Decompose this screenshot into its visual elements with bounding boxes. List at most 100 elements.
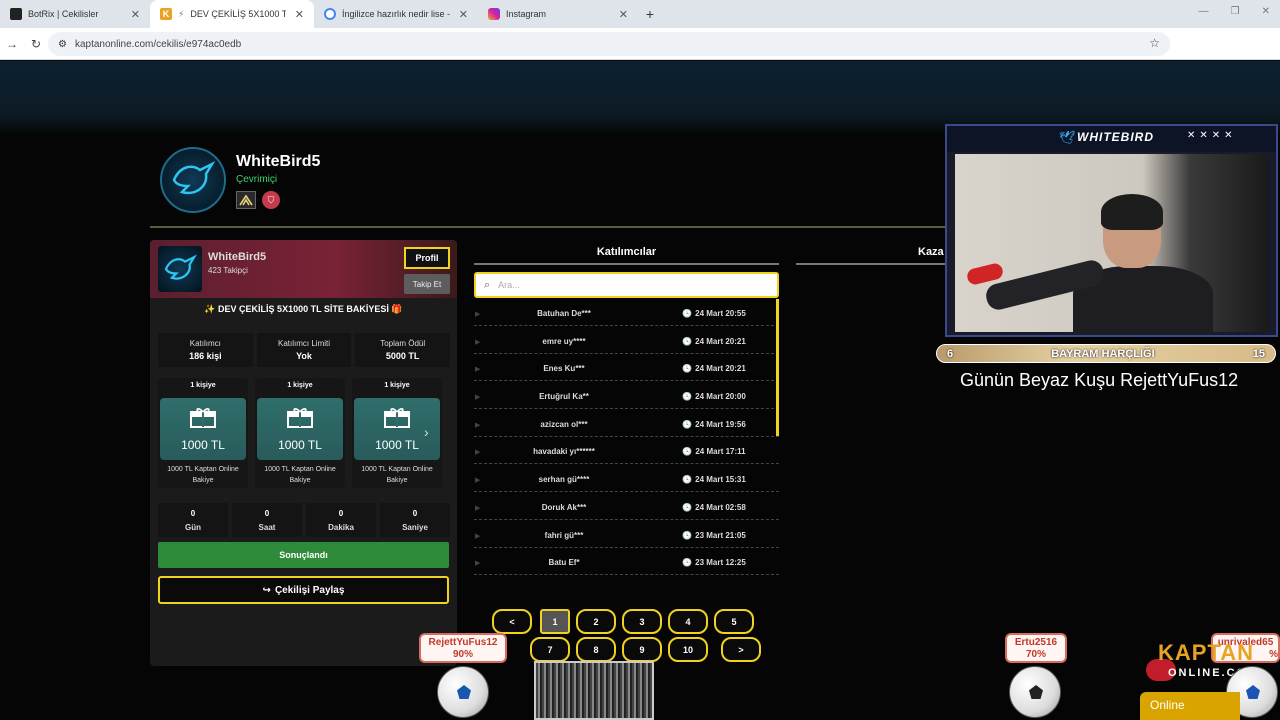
page-button[interactable]: 10 [668, 637, 708, 662]
close-tab-icon[interactable]: ✕ [131, 8, 140, 21]
close-window-icon[interactable]: ✕ [1262, 6, 1270, 17]
participant-name: Ertuğrul Ka** [539, 392, 589, 402]
bookmark-star-icon[interactable]: ☆ [1149, 36, 1160, 50]
prize-box: 1000 TL [160, 398, 246, 460]
clock-icon: 🕓 [682, 475, 693, 485]
new-tab-button[interactable]: + [638, 0, 662, 28]
page-button[interactable]: < [492, 609, 532, 634]
webcam-header: 🕊 WHITEBIRD ✕✕✕✕ [947, 126, 1276, 152]
browser-tab-bar: BotRix | Cekilisler ✕ K ⚡ DEV ÇEKİLİŞ 5X… [0, 0, 1280, 28]
page-button[interactable]: > [721, 637, 761, 662]
stat-label: Katılımcı Limiti [278, 339, 331, 348]
share-button[interactable]: ↪ Çekilişi Paylaş [158, 576, 449, 604]
countdown-number: 0 [412, 509, 418, 518]
participant-row: ▶ azizcan ol*** 🕓 24 Mart 19:56 [474, 413, 779, 437]
stat-limit: Katılımcı Limiti Yok [256, 333, 352, 367]
reload-icon[interactable]: ↻ [24, 37, 48, 51]
page-button[interactable]: 3 [622, 609, 662, 634]
clock-icon: 🕓 [682, 419, 693, 429]
stat-value: 186 kişi [189, 351, 222, 361]
participant-date-text: 24 Mart 20:21 [695, 364, 746, 374]
participant-search-input[interactable]: ⌕ Ara... [474, 272, 779, 298]
participant-date-text: 24 Mart 02:58 [695, 502, 746, 512]
webcam-video [955, 154, 1268, 335]
participant-date: 🕓 24 Mart 17:11 [654, 447, 774, 456]
prize-description: 1000 TL Kaptan Online Bakiye [255, 464, 345, 486]
url-text: kaptanonline.com/cekilis/e974ac0edb [74, 38, 242, 50]
back-icon[interactable]: → [0, 37, 24, 51]
page-button[interactable]: 4 [668, 609, 708, 634]
search-placeholder: Ara... [498, 280, 520, 290]
prize-description: 1000 TL Kaptan Online Bakiye [158, 464, 248, 486]
close-tab-icon[interactable]: ✕ [295, 8, 304, 21]
row-arrow-icon: ▶ [475, 394, 481, 402]
giveaway-stats: Katılımcı 186 kişi Katılımcı Limiti Yok … [158, 333, 451, 367]
browser-tab[interactable]: BotRix | Cekilisler ✕ [0, 0, 150, 28]
webcam-overlay: 🕊 WHITEBIRD ✕✕✕✕ [945, 124, 1278, 337]
goal-bar: 6 BAYRAM HARÇLIĞI 15 [936, 344, 1276, 363]
browser-tab[interactable]: Instagram ✕ [478, 0, 638, 28]
gift-icon [287, 408, 313, 428]
online-status: Çevrimiçi [236, 174, 278, 185]
participant-row: ▶ Doruk Ak*** 🕓 24 Mart 02:58 [474, 496, 779, 520]
address-bar-row: → ↻ ⚙ kaptanonline.com/cekilis/e974ac0ed… [0, 28, 1280, 79]
participant-date: 🕓 24 Mart 20:55 [654, 309, 774, 318]
prize-desc-line: 1000 TL Kaptan Online [361, 466, 433, 473]
page-button[interactable]: 9 [622, 637, 662, 662]
countdown-hours: 0 Saat [232, 503, 302, 537]
close-tab-icon[interactable]: ✕ [619, 8, 628, 21]
maximize-icon[interactable]: ❐ [1231, 6, 1240, 17]
participant-date: 🕓 24 Mart 15:31 [654, 475, 774, 484]
tab-title: İngilizce hazırlık nedir lise - Goo [342, 9, 453, 19]
browser-tab-active[interactable]: K ⚡ DEV ÇEKİLİŞ 5X1000 TL SİTE ✕ [150, 0, 314, 28]
page-button[interactable]: 2 [576, 609, 616, 634]
page-button[interactable]: 1 [540, 609, 570, 634]
stat-value: 5000 TL [385, 351, 420, 361]
participant-date: 🕓 23 Mart 21:05 [654, 531, 774, 540]
whitebird-logo-icon[interactable] [160, 147, 226, 213]
player-bubble: Ertu2516 70% [1005, 633, 1067, 663]
page-button[interactable]: 7 [530, 637, 570, 662]
omnibox[interactable]: ⚙ kaptanonline.com/cekilis/e974ac0edb ☆ [48, 32, 1170, 56]
countdown-seconds: 0 Saniye [380, 503, 450, 537]
participants-heading: Katılımcılar [596, 246, 657, 258]
prize-winner-count: 1 kişiye [190, 382, 216, 389]
page-button[interactable]: 8 [576, 637, 616, 662]
countdown-days: 0 Gün [158, 503, 228, 537]
page-body: WhiteBird5 Çevrimiçi ⛉ WhiteBird5 423 Ta… [0, 61, 1280, 720]
follow-button[interactable]: Takip Et [404, 274, 450, 294]
countdown-number: 0 [338, 509, 344, 518]
participant-date: 🕓 23 Mart 12:25 [654, 558, 774, 567]
participant-date-text: 23 Mart 21:05 [695, 530, 746, 540]
prize-description: 1000 TL Kaptan Online Bakiye [352, 464, 442, 486]
participant-date-text: 24 Mart 20:55 [695, 309, 746, 318]
row-arrow-icon: ▶ [475, 338, 481, 346]
minimize-icon[interactable]: — [1199, 6, 1209, 17]
page-button[interactable]: 5 [714, 609, 754, 634]
search-icon: ⌕ [484, 278, 491, 291]
participant-name: havadaki yı****** [533, 447, 595, 457]
countdown-unit: Dakika [328, 523, 354, 532]
lightning-icon: ⚡ [178, 8, 185, 19]
channel-name[interactable]: WhiteBird5 [236, 153, 320, 171]
prize-winner-count: 1 kişiye [384, 382, 410, 389]
decorative-x-icon: ✕✕✕✕ [1187, 130, 1237, 141]
list-scrollbar[interactable] [776, 299, 779, 436]
prize-desc-line: Bakiye [289, 477, 311, 484]
prize-amount: 1000 TL [375, 438, 419, 452]
participant-name: serhan gü**** [538, 475, 590, 485]
football-icon [437, 666, 489, 718]
goal-right-value: 15 [1252, 347, 1265, 360]
row-arrow-icon: ▶ [475, 366, 481, 374]
goal-left-value: 6 [947, 347, 954, 360]
close-tab-icon[interactable]: ✕ [459, 8, 468, 21]
kaptan-favicon-icon: K [160, 8, 172, 20]
site-info-icon[interactable]: ⚙ [58, 39, 67, 50]
profile-button[interactable]: Profil [404, 247, 450, 269]
countdown-unit: Gün [185, 523, 201, 532]
instagram-favicon-icon [488, 8, 500, 20]
finished-button[interactable]: Sonuçlandı [158, 542, 449, 568]
carousel-next-icon[interactable]: › [424, 424, 429, 440]
browser-tab[interactable]: İngilizce hazırlık nedir lise - Goo ✕ [314, 0, 478, 28]
prize-desc-line: 1000 TL Kaptan Online [167, 466, 239, 473]
